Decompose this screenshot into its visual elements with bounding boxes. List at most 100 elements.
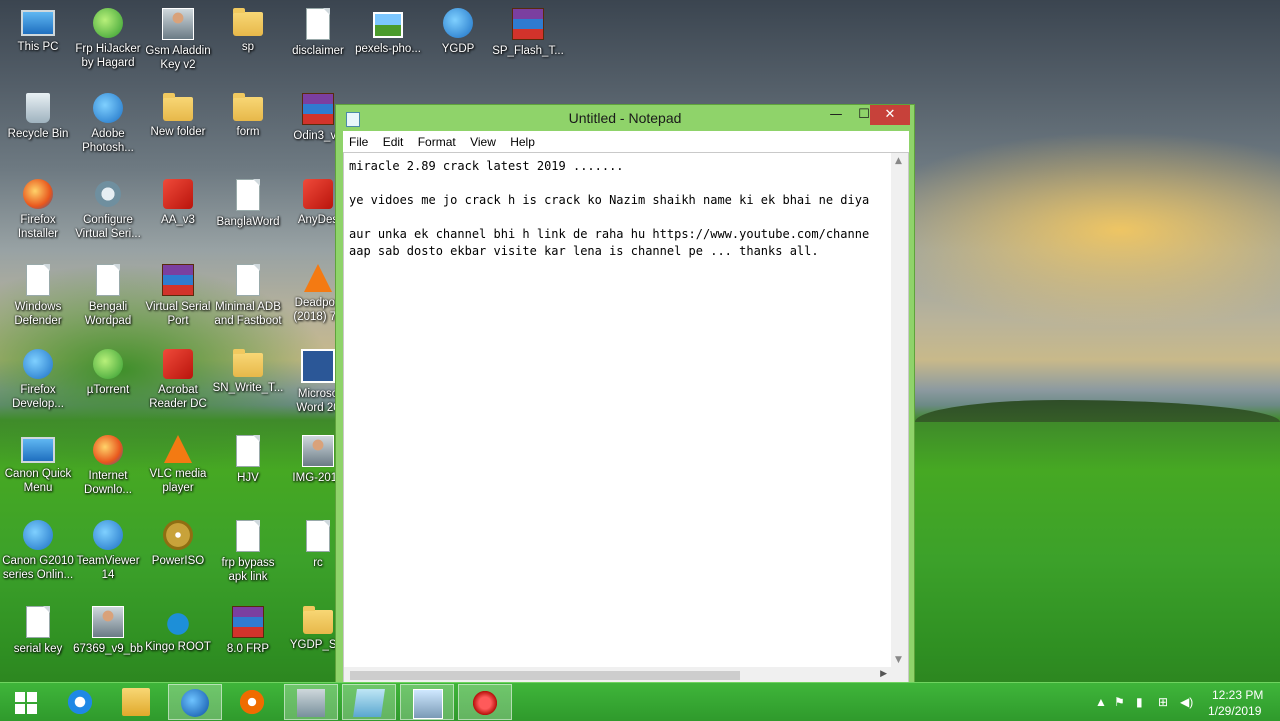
close-button[interactable]: ✕ [870, 105, 910, 125]
desktop-icon-virtual-serial-port[interactable]: Virtual Serial Port [142, 264, 214, 328]
taskbar-virtual-machine[interactable] [284, 684, 338, 720]
desktop-icon-aa-v3[interactable]: AA_v3 [142, 179, 214, 227]
desktop-icon-canon-quick-menu[interactable]: Canon Quick Menu [2, 435, 74, 495]
desktop-icon-new-folder[interactable]: New folder [142, 93, 214, 139]
show-hidden-icons-icon[interactable]: ▲ [1095, 695, 1107, 709]
taskbar-miracle-box[interactable] [458, 684, 512, 720]
desktop-icon-configure-virtual-serial[interactable]: Configure Virtual Seri... [72, 179, 144, 241]
firefox-developer-icon [23, 349, 53, 379]
desktop-icon-67369[interactable]: 67369_v9_bb [72, 606, 144, 656]
title-bar[interactable]: Untitled - Notepad — ☐ ✕ [336, 105, 914, 131]
poweriso-icon [163, 520, 193, 550]
desktop-icon-firefox-installer[interactable]: Firefox Installer [2, 179, 74, 241]
adb-icon [236, 264, 260, 296]
desktop-icon-recycle-bin[interactable]: Recycle Bin [2, 93, 74, 141]
document-icon [26, 606, 50, 638]
media-player-icon [238, 688, 266, 716]
menu-help[interactable]: Help [504, 131, 540, 149]
virtual-machine-icon [297, 689, 325, 717]
taskbar-internet-explorer[interactable] [54, 684, 108, 720]
desktop-icon-hjv[interactable]: HJV [212, 435, 284, 485]
desktop-icon-pexels-photo[interactable]: pexels-pho... [352, 8, 424, 56]
notepad-icon [353, 689, 385, 717]
kingo-root-icon [163, 606, 193, 636]
desktop-icon-teamviewer[interactable]: TeamViewer 14 [72, 520, 144, 582]
scroll-right-icon[interactable]: ▶ [880, 669, 887, 679]
taskbar-firefox[interactable] [168, 684, 222, 720]
minimize-button[interactable]: — [822, 105, 850, 125]
desktop-icon-poweriso[interactable]: PowerISO [142, 520, 214, 568]
banglaword-icon [236, 179, 260, 211]
volume-icon[interactable]: ◀) [1180, 695, 1193, 709]
desktop-icon-minimal-adb[interactable]: Minimal ADB and Fastboot [212, 264, 284, 328]
menu-bar: File Edit Format View Help [343, 131, 909, 152]
winrar-icon [302, 93, 334, 125]
scrollbar-thumb[interactable] [350, 671, 740, 680]
taskbar-picture-viewer[interactable] [400, 684, 454, 720]
desktop-icon-ygdp[interactable]: YGDP [422, 8, 494, 56]
firefox-icon [181, 689, 209, 717]
notepad-window[interactable]: Untitled - Notepad — ☐ ✕ File Edit Forma… [335, 104, 915, 690]
vlc-icon [304, 264, 332, 292]
system-tray: ▲ ⚑ ▮ ⊞ ◀) 12:23 PM 1/29/2019 [1090, 683, 1280, 721]
acrobat-icon [163, 349, 193, 379]
this-pc-icon [21, 10, 55, 36]
folder-icon [233, 93, 263, 121]
wordpad-icon [96, 264, 120, 296]
network-icon[interactable]: ⊞ [1158, 695, 1168, 709]
desktop-icon-vlc-media-player[interactable]: VLC media player [142, 435, 214, 495]
desktop-icon-gsm-aladdin[interactable]: Gsm Aladdin Key v2 [142, 8, 214, 72]
desktop-icon-utorrent[interactable]: µTorrent [72, 349, 144, 397]
desktop-icon-frp-bypass[interactable]: frp bypass apk link [212, 520, 284, 584]
taskbar-media-player[interactable] [226, 684, 280, 720]
vertical-scrollbar[interactable]: ▲ ▼ [891, 153, 908, 668]
start-icon [15, 692, 37, 714]
action-center-flag-icon[interactable]: ⚑ [1114, 695, 1125, 709]
image-icon [373, 12, 403, 38]
desktop-icon-disclaimer[interactable]: disclaimer [282, 8, 354, 58]
desktop-icon-sp-flash-tool[interactable]: SP_Flash_T... [492, 8, 564, 58]
menu-edit[interactable]: Edit [377, 131, 409, 149]
desktop-icon-firefox-developer[interactable]: Firefox Develop... [2, 349, 74, 411]
internet-explorer-icon [66, 688, 94, 716]
menu-view[interactable]: View [464, 131, 501, 149]
desktop-icon-windows-defender[interactable]: Windows Defender [2, 264, 74, 328]
text-editor[interactable]: miracle 2.89 crack latest 2019 ....... y… [343, 152, 909, 685]
desktop-icon-frp-hijacker[interactable]: Frp HiJacker by Hagard [72, 8, 144, 70]
menu-format[interactable]: Format [412, 131, 461, 149]
desktop-icon-sp[interactable]: sp [212, 8, 284, 54]
desktop-icon-serial-key[interactable]: serial key [2, 606, 74, 656]
person-photo-icon [92, 606, 124, 638]
aa-icon [163, 179, 193, 209]
scroll-up-icon[interactable]: ▲ [895, 156, 902, 166]
desktop-icon-8-frp[interactable]: 8.0 FRP [212, 606, 284, 656]
desktop-icon-this-pc[interactable]: This PC [2, 8, 74, 54]
desktop-icon-bengali-wordpad[interactable]: Bengali Wordpad [72, 264, 144, 328]
menu-file[interactable]: File [343, 131, 373, 149]
start-button[interactable] [0, 684, 54, 720]
desktop-icon-form[interactable]: form [212, 93, 284, 139]
power-icon[interactable]: ▮ [1136, 695, 1143, 709]
wallpaper-treeline [915, 400, 1280, 422]
taskbar-notepad[interactable] [342, 684, 396, 720]
clock-date[interactable]: 1/29/2019 [1208, 704, 1261, 718]
folder-icon [163, 93, 193, 121]
taskbar-file-explorer[interactable] [110, 684, 164, 720]
document-icon [306, 8, 330, 40]
idm-icon [93, 435, 123, 465]
scroll-down-icon[interactable]: ▼ [895, 655, 902, 665]
desktop-icon-banglaword[interactable]: BanglaWord [212, 179, 284, 229]
document-icon [236, 435, 260, 467]
ygdp-icon [443, 8, 473, 38]
desktop-icon-kingo-root[interactable]: Kingo ROOT [142, 606, 214, 654]
desktop-icon-acrobat-reader[interactable]: Acrobat Reader DC [142, 349, 214, 411]
vlc-icon [164, 435, 192, 463]
clock-time[interactable]: 12:23 PM [1212, 688, 1263, 702]
desktop-icon-photoshop[interactable]: Adobe Photosh... [72, 93, 144, 155]
desktop-icon-sn-write-tool[interactable]: SN_Write_T... [212, 349, 284, 395]
desktop-icon-canon-g2010[interactable]: Canon G2010 series Onlin... [2, 520, 74, 582]
editor-content[interactable]: miracle 2.89 crack latest 2019 ....... y… [349, 158, 889, 260]
desktop-icon-internet-download-manager[interactable]: Internet Downlo... [72, 435, 144, 497]
folder-icon [233, 8, 263, 36]
gear-icon [93, 179, 123, 209]
